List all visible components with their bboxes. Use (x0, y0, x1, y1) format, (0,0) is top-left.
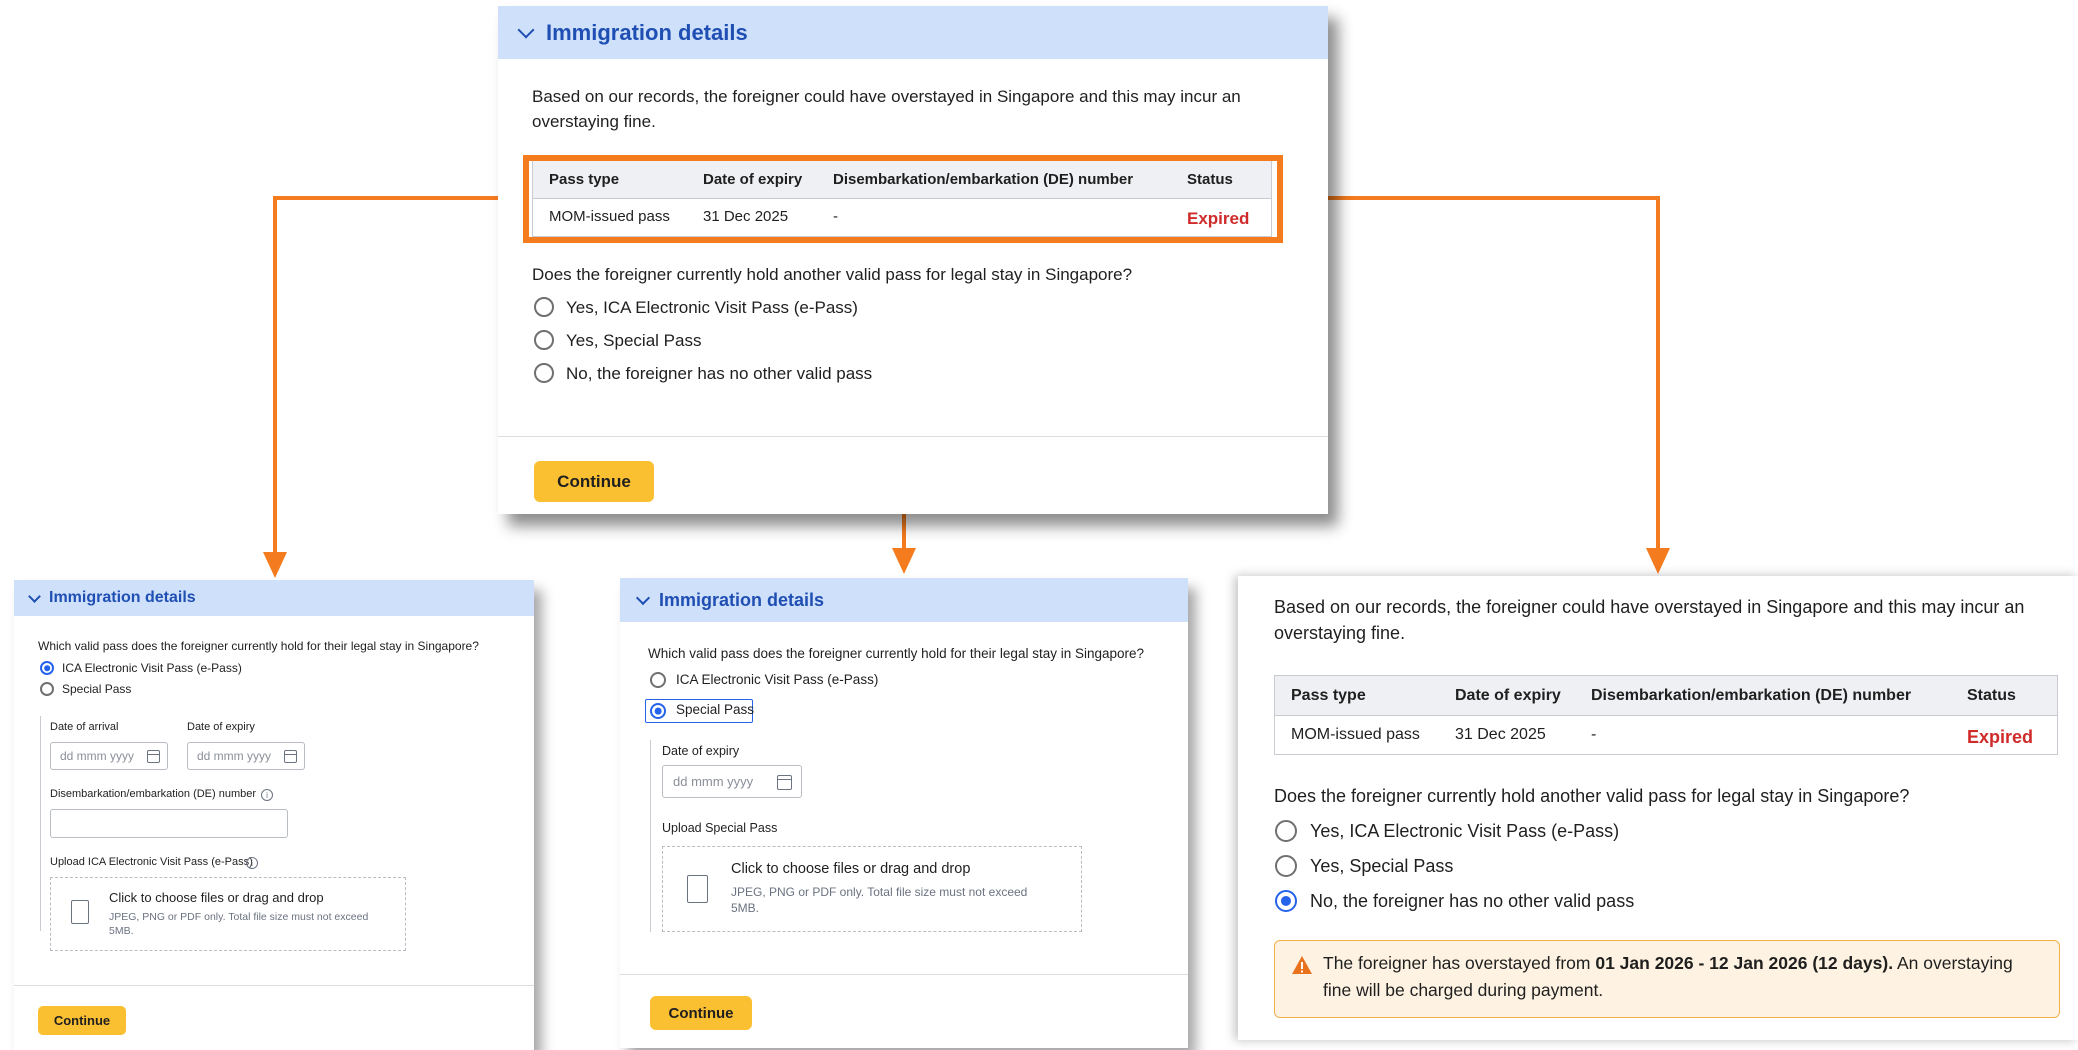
date-of-arrival-label: Date of arrival (50, 721, 119, 733)
radio-special-pass-label[interactable]: Yes, Special Pass (1310, 856, 1453, 877)
drop-hint: JPEG, PNG or PDF only. Total file size m… (109, 911, 369, 923)
notice-text: Based on our records, the foreigner coul… (1274, 597, 2025, 617)
warning-line-2: fine will be charged during payment. (1323, 980, 1604, 1000)
radio-epass-label[interactable]: Yes, ICA Electronic Visit Pass (e-Pass) (1310, 821, 1619, 842)
radio-special-pass-label[interactable]: Special Pass (676, 702, 754, 717)
section-title: Immigration details (49, 589, 196, 606)
radio-special-pass[interactable] (40, 682, 54, 696)
section-header[interactable]: Immigration details (14, 580, 534, 616)
notice-text: Based on our records, the foreigner coul… (532, 87, 1241, 106)
calendar-icon[interactable] (777, 775, 792, 790)
calendar-icon[interactable] (147, 750, 160, 763)
chevron-down-icon (28, 589, 41, 603)
upload-dropzone[interactable]: Click to choose files or drag and drop J… (662, 846, 1082, 932)
continue-button[interactable]: Continue (38, 1006, 126, 1035)
radio-epass-label[interactable]: ICA Electronic Visit Pass (e-Pass) (62, 661, 242, 675)
radio-epass[interactable] (534, 297, 554, 317)
detail-question: Which valid pass does the foreigner curr… (38, 639, 479, 653)
chevron-down-icon (517, 21, 535, 38)
chevron-down-icon (635, 590, 651, 605)
continue-button[interactable]: Continue (534, 461, 654, 502)
overstay-range: 01 Jan 2026 - 12 Jan 2026 (12 days). (1595, 953, 1894, 973)
td-date-of-expiry: 31 Dec 2025 (1455, 726, 1546, 743)
notice-text-2: overstaying fine. (532, 112, 656, 131)
warning-line-1: The foreigner has overstayed from 01 Jan… (1323, 953, 2013, 973)
date-of-expiry-label: Date of expiry (187, 721, 255, 733)
section-title: Immigration details (659, 589, 825, 610)
drop-title: Click to choose files or drag and drop (731, 861, 971, 877)
info-icon[interactable]: i (246, 857, 258, 869)
highlight-box (523, 155, 1283, 243)
status-badge: Expired (1967, 727, 2034, 747)
question-label: Does the foreigner currently hold anothe… (1274, 786, 1910, 806)
radio-epass-label[interactable]: Yes, ICA Electronic Visit Pass (e-Pass) (566, 298, 858, 318)
radio-special-pass-label[interactable]: Special Pass (62, 682, 131, 696)
continue-button[interactable]: Continue (650, 996, 752, 1030)
td-pass-type: MOM-issued pass (1291, 726, 1420, 743)
radio-special-pass[interactable] (1275, 855, 1297, 877)
warning-icon (1292, 956, 1312, 974)
divider (14, 985, 534, 986)
divider (620, 974, 1188, 975)
divider (498, 436, 1328, 437)
section-header[interactable]: Immigration details (620, 578, 1188, 622)
calendar-icon[interactable] (284, 750, 297, 763)
th-pass-type: Pass type (1291, 687, 1366, 704)
de-number-label: Disembarkation/embarkation (DE) number (50, 788, 257, 800)
th-date-of-expiry: Date of expiry (1455, 687, 1561, 704)
radio-special-pass[interactable] (650, 703, 666, 719)
pass-table: Pass type Date of expiry Disembarkation/… (1274, 675, 2058, 755)
drop-hint-2: 5MB. (109, 925, 134, 937)
radio-no-pass-label[interactable]: No, the foreigner has no other valid pas… (566, 364, 872, 384)
overstay-warning: The foreigner has overstayed from 01 Jan… (1274, 940, 2060, 1018)
no-pass-panel: Based on our records, the foreigner coul… (1238, 576, 2078, 1040)
date-of-expiry-input[interactable]: dd mmm yyyy (187, 742, 305, 770)
detail-question: Which valid pass does the foreigner curr… (648, 646, 1145, 661)
date-of-expiry-label: Date of expiry (662, 744, 740, 758)
date-of-arrival-input[interactable]: dd mmm yyyy (50, 742, 168, 770)
upload-epass-label: Upload ICA Electronic Visit Pass (e-Pass… (50, 856, 253, 868)
radio-epass[interactable] (40, 661, 54, 675)
radio-epass[interactable] (650, 672, 666, 688)
section-header[interactable]: Immigration details (498, 6, 1328, 59)
th-de-number: Disembarkation/embarkation (DE) number (1591, 687, 1912, 704)
th-status: Status (1967, 687, 2016, 704)
radio-no-pass[interactable] (1275, 890, 1297, 912)
date-of-expiry-input[interactable]: dd mmm yyyy (662, 765, 802, 798)
main-panel: Immigration details Based on our records… (498, 6, 1328, 514)
section-title: Immigration details (546, 19, 748, 45)
drop-title: Click to choose files or drag and drop (109, 890, 324, 905)
radio-special-pass-label[interactable]: Yes, Special Pass (566, 331, 701, 351)
notice-text-2: overstaying fine. (1274, 623, 1406, 643)
epass-panel: Immigration details Which valid pass doe… (14, 580, 534, 1050)
question-label: Does the foreigner currently hold anothe… (532, 265, 1133, 284)
de-number-input[interactable] (50, 809, 288, 838)
upload-file-icon (71, 900, 89, 924)
td-de-number: - (1591, 726, 1597, 743)
upload-special-label: Upload Special Pass (662, 821, 778, 835)
drop-hint: JPEG, PNG or PDF only. Total file size m… (731, 885, 1028, 899)
radio-special-pass[interactable] (534, 330, 554, 350)
radio-no-pass[interactable] (534, 363, 554, 383)
radio-epass[interactable] (1275, 820, 1297, 842)
radio-no-pass-label[interactable]: No, the foreigner has no other valid pas… (1310, 891, 1634, 912)
upload-file-icon (687, 875, 708, 903)
drop-hint-2: 5MB. (731, 901, 760, 915)
upload-dropzone[interactable]: Click to choose files or drag and drop J… (50, 877, 406, 951)
info-icon[interactable]: i (261, 789, 273, 801)
radio-epass-label[interactable]: ICA Electronic Visit Pass (e-Pass) (676, 672, 878, 687)
special-pass-panel: Immigration details Which valid pass doe… (620, 578, 1188, 1048)
